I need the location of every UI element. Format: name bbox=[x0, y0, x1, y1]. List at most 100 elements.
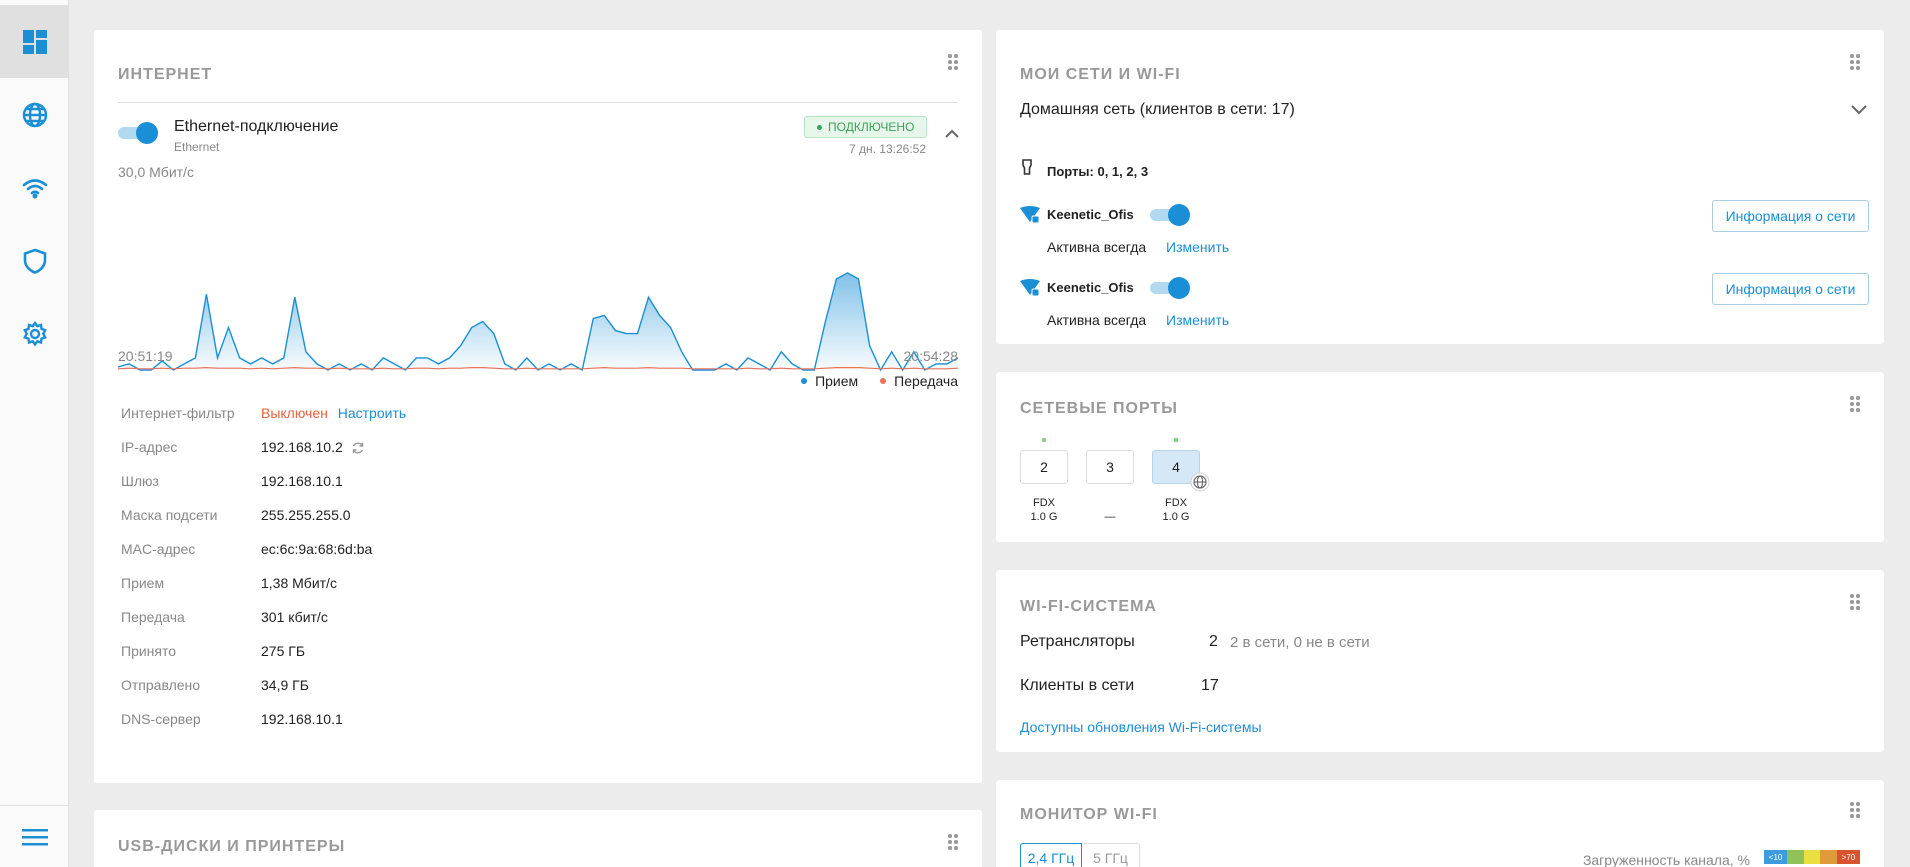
filter-configure-link[interactable]: Настроить bbox=[338, 405, 406, 421]
ethernet-port-icon bbox=[1022, 159, 1032, 175]
clients-value: 17 bbox=[1201, 677, 1219, 694]
gateway-value: 192.168.10.1 bbox=[261, 473, 343, 489]
sidebar-item-wifi[interactable] bbox=[0, 151, 69, 224]
chart-max-label: 30,0 Мбит/с bbox=[118, 164, 194, 180]
refresh-icon[interactable] bbox=[351, 441, 365, 455]
connection-toggle[interactable] bbox=[118, 122, 158, 144]
chart-legend: Прием Передача bbox=[801, 373, 958, 389]
networks-card-title: МОИ СЕТИ И WI-FI bbox=[1020, 66, 1181, 83]
hamburger-menu-icon bbox=[21, 828, 48, 845]
chevron-down-icon[interactable] bbox=[1850, 104, 1868, 116]
status-badge: ПОДКЛЮЧЕНО bbox=[804, 116, 928, 138]
wifi-active-label: Активна всегда bbox=[1047, 239, 1147, 255]
rx-label: Прием bbox=[121, 575, 165, 591]
drag-handle-icon[interactable] bbox=[948, 834, 958, 850]
chart-time-start: 20:51:19 bbox=[118, 348, 173, 364]
clients-label: Клиенты в сети bbox=[1020, 677, 1135, 694]
usb-card: USB-ДИСКИ И ПРИНТЕРЫ bbox=[94, 810, 982, 867]
traffic-chart bbox=[118, 272, 958, 372]
sidebar-item-security[interactable] bbox=[0, 224, 69, 297]
wifi-active-label: Активна всегда bbox=[1047, 312, 1147, 328]
shield-icon bbox=[23, 248, 46, 274]
network-ports-card: СЕТЕВЫЕ ПОРТЫ 2 FDX 1.0 G 3 — 4 FDX 1.0 … bbox=[996, 372, 1884, 542]
repeaters-label: Ретрансляторы bbox=[1020, 633, 1135, 650]
wifi-network-icon bbox=[1020, 279, 1040, 297]
mac-value: ec:6c:9a:68:6d:ba bbox=[261, 541, 373, 557]
scale-high: >70 bbox=[1836, 850, 1860, 864]
wifi-ssid: Keenetic_Ofis bbox=[1047, 207, 1134, 222]
channel-load-scale: <10 >70 bbox=[1764, 850, 1860, 864]
drag-handle-icon[interactable] bbox=[1850, 396, 1860, 412]
home-network-title[interactable]: Домашняя сеть (клиентов в сети: 17) bbox=[1020, 101, 1295, 119]
sidebar-item-dashboard[interactable] bbox=[0, 5, 69, 78]
connection-name: Ethernet-подключение bbox=[174, 118, 339, 135]
drag-handle-icon[interactable] bbox=[1850, 594, 1860, 610]
uptime: 7 дн. 13:26:52 bbox=[848, 142, 926, 156]
port-3-status: — bbox=[1104, 511, 1116, 523]
port-link-light bbox=[1174, 438, 1178, 442]
subnet-value: 255.255.255.0 bbox=[261, 507, 351, 523]
ip-label: IP-адрес bbox=[121, 439, 178, 455]
scale-low: <10 bbox=[1764, 850, 1788, 864]
rx-value: 1,38 Мбит/с bbox=[261, 575, 337, 591]
dns-label: DNS-сервер bbox=[121, 711, 201, 727]
sidebar-menu-button[interactable] bbox=[0, 805, 69, 867]
port-2[interactable]: 2 bbox=[1020, 450, 1068, 484]
port-2-status: FDX 1.0 G bbox=[1030, 497, 1058, 523]
wifi-system-title: WI-FI-СИСТЕМА bbox=[1020, 598, 1157, 615]
legend-rx-dot bbox=[801, 378, 808, 384]
usb-card-title: USB-ДИСКИ И ПРИНТЕРЫ bbox=[118, 838, 346, 855]
repeaters-value: 2 bbox=[1209, 633, 1218, 650]
scale-segment bbox=[1803, 850, 1821, 864]
status-text: ПОДКЛЮЧЕНО bbox=[828, 120, 915, 134]
series-area-Прием bbox=[118, 272, 958, 370]
wifi-change-link[interactable]: Изменить bbox=[1166, 312, 1229, 328]
gateway-label: Шлюз bbox=[121, 473, 159, 489]
network-info-button[interactable]: Информация о сети bbox=[1712, 200, 1869, 232]
status-dot bbox=[817, 124, 822, 130]
tx-value: 301 кбит/с bbox=[261, 609, 328, 625]
network-info-button[interactable]: Информация о сети bbox=[1712, 273, 1869, 305]
tab-5ghz[interactable]: 5 ГГц bbox=[1082, 843, 1140, 867]
sent-value: 34,9 ГБ bbox=[261, 677, 309, 693]
wifi-toggle[interactable] bbox=[1150, 204, 1190, 226]
port-link-light bbox=[1042, 438, 1046, 442]
ports-label: Порты: 0, 1, 2, 3 bbox=[1047, 164, 1149, 179]
repeaters-detail: 2 в сети, 0 не в сети bbox=[1230, 634, 1370, 651]
wifi-change-link[interactable]: Изменить bbox=[1166, 239, 1229, 255]
chevron-up-icon[interactable] bbox=[944, 127, 960, 139]
legend-rx: Прием bbox=[815, 373, 859, 389]
tx-label: Передача bbox=[121, 609, 185, 625]
drag-handle-icon[interactable] bbox=[1850, 54, 1860, 70]
gear-icon bbox=[22, 320, 47, 347]
port-3[interactable]: 3 bbox=[1086, 450, 1134, 484]
dashboard-icon bbox=[22, 29, 47, 54]
sidebar bbox=[0, 0, 69, 867]
wifi-monitor-card: МОНИТОР WI-FI 2,4 ГГц 5 ГГц Загруженност… bbox=[996, 780, 1884, 867]
sidebar-item-internet[interactable] bbox=[0, 78, 69, 151]
divider bbox=[118, 102, 958, 103]
tab-2-4ghz[interactable]: 2,4 ГГц bbox=[1020, 843, 1082, 867]
wifi-system-update-link[interactable]: Доступны обновления Wi-Fi-системы bbox=[1020, 719, 1262, 735]
drag-handle-icon[interactable] bbox=[1850, 802, 1860, 818]
mac-label: MAC-адрес bbox=[121, 541, 196, 557]
dns-value-link[interactable]: 192.168.10.1 bbox=[261, 711, 343, 727]
filter-value: Выключен bbox=[261, 405, 328, 421]
wifi-network-icon bbox=[1020, 206, 1040, 224]
chart-time-end: 20:54:28 bbox=[903, 348, 959, 364]
scale-segment bbox=[1787, 850, 1804, 864]
wifi-system-card: WI-FI-СИСТЕМА Ретрансляторы 2 2 в сети, … bbox=[996, 570, 1884, 752]
filter-label: Интернет-фильтр bbox=[121, 405, 235, 421]
drag-handle-icon[interactable] bbox=[948, 54, 958, 70]
ports-card-title: СЕТЕВЫЕ ПОРТЫ bbox=[1020, 400, 1178, 417]
legend-tx-dot bbox=[880, 378, 887, 384]
port-4-status: FDX 1.0 G bbox=[1162, 497, 1190, 523]
subnet-label: Маска подсети bbox=[121, 507, 218, 523]
wifi-icon bbox=[22, 178, 47, 198]
sidebar-item-settings[interactable] bbox=[0, 297, 69, 370]
filter-row: Выключен Настроить bbox=[261, 405, 406, 421]
wifi-monitor-title: МОНИТОР WI-FI bbox=[1020, 806, 1158, 823]
globe-icon bbox=[22, 102, 47, 127]
sent-label: Отправлено bbox=[121, 677, 201, 693]
wifi-toggle[interactable] bbox=[1150, 277, 1190, 299]
